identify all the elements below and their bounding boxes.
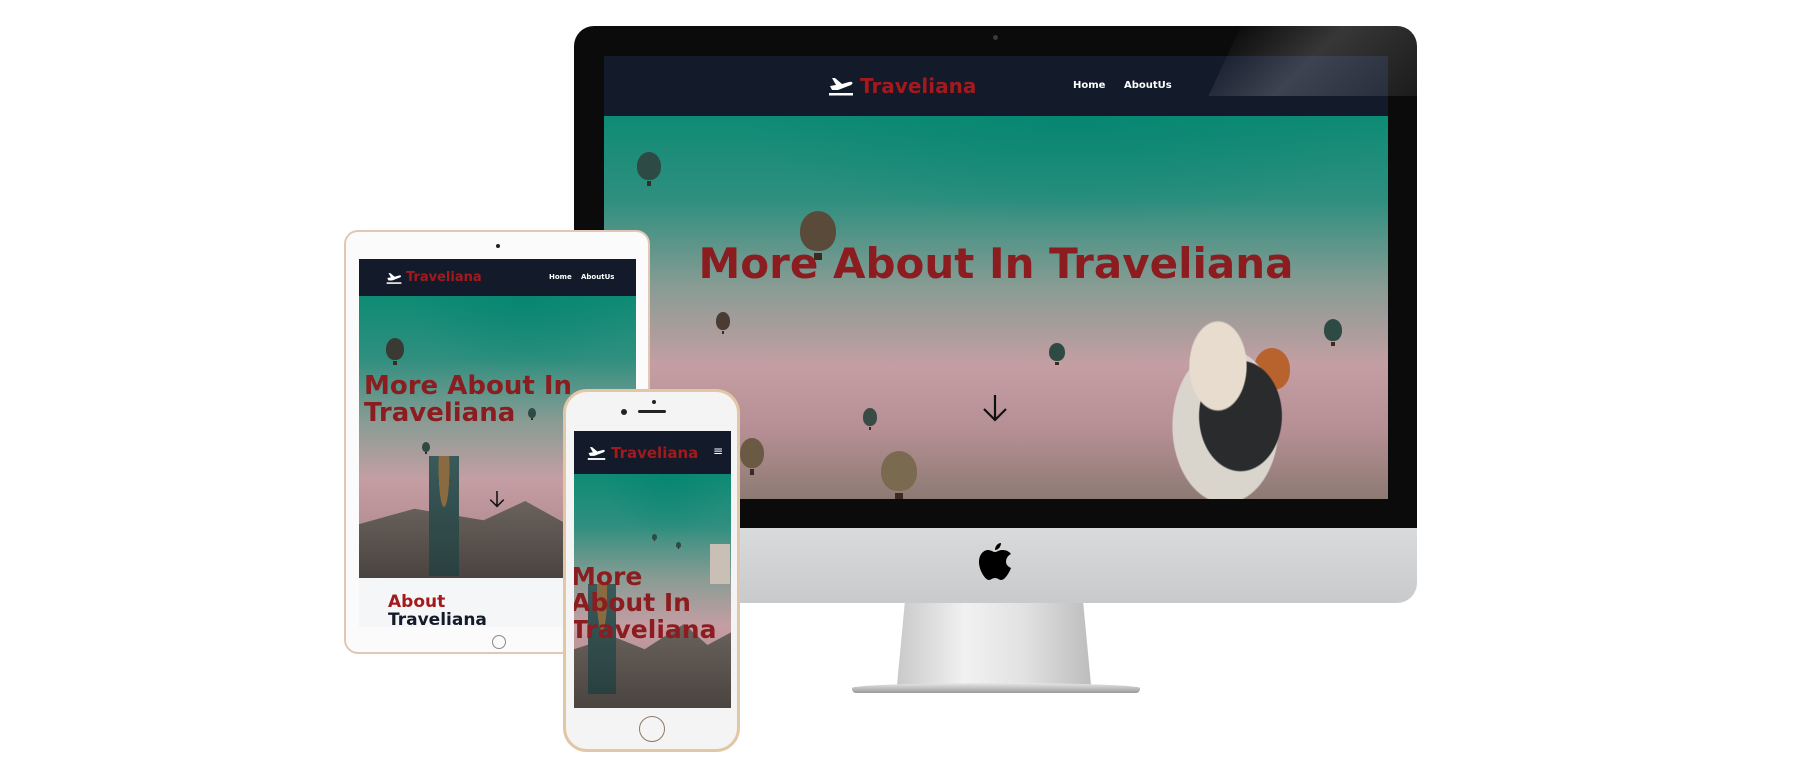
phone-camera xyxy=(652,400,656,404)
balloon xyxy=(386,338,404,365)
tablet-navbar: Traveliana Home AboutUs xyxy=(359,259,636,296)
balloon xyxy=(1324,319,1342,346)
desktop-navbar: Traveliana Home AboutUs xyxy=(604,56,1388,116)
tablet-camera xyxy=(496,244,500,248)
desktop-nav-about-link[interactable]: AboutUs xyxy=(1124,80,1172,91)
tablet-about-line2: Traveliana xyxy=(388,610,487,627)
hamburger-menu-icon[interactable]: ≡ xyxy=(713,444,723,458)
balloon xyxy=(863,408,877,430)
phone-device-frame: Traveliana ≡ More About In Traveliana xyxy=(563,389,740,752)
traveler-photo xyxy=(1158,306,1308,499)
desktop-stand-foot xyxy=(852,683,1140,693)
phone-screen: Traveliana ≡ More About In Traveliana xyxy=(574,431,731,708)
desktop-stand-neck xyxy=(897,603,1091,685)
balloon xyxy=(740,438,764,475)
tablet-nav-home-link[interactable]: Home xyxy=(549,273,572,281)
phone-hero: More About In Traveliana xyxy=(574,474,731,708)
phone-home-button xyxy=(639,716,665,742)
arrow-down-icon[interactable] xyxy=(489,489,505,513)
plane-departure-icon xyxy=(587,445,606,461)
traveler-photo xyxy=(429,456,459,576)
desktop-camera xyxy=(993,35,998,40)
desktop-hero-title: More About In Traveliana xyxy=(698,239,1294,288)
balloon xyxy=(676,542,681,550)
tablet-brand-name: Traveliana xyxy=(406,270,482,285)
desktop-nav-home-link[interactable]: Home xyxy=(1073,80,1105,91)
plane-departure-icon xyxy=(386,271,402,285)
phone-navbar: Traveliana ≡ xyxy=(574,431,731,474)
apple-icon xyxy=(978,541,1012,581)
balloon xyxy=(881,451,917,499)
balloon xyxy=(422,442,430,455)
phone-hero-title: More About In Traveliana xyxy=(574,562,717,644)
balloon xyxy=(716,312,730,334)
phone-brand[interactable]: Traveliana xyxy=(587,444,698,462)
phone-speaker xyxy=(638,410,666,413)
plane-departure-icon xyxy=(828,75,854,97)
phone-sensor xyxy=(621,409,627,415)
tablet-about-line1: About xyxy=(388,592,446,612)
desktop-brand-name: Traveliana xyxy=(860,74,977,98)
balloon xyxy=(637,152,661,187)
desktop-brand[interactable]: Traveliana xyxy=(828,74,976,98)
tablet-brand[interactable]: Traveliana xyxy=(386,270,482,285)
balloon xyxy=(652,534,657,542)
tablet-home-button xyxy=(492,635,506,649)
tablet-about-heading: About Traveliana xyxy=(388,593,487,627)
phone-brand-name: Traveliana xyxy=(611,444,699,462)
tablet-nav-about-link[interactable]: AboutUs xyxy=(581,273,614,281)
balloon xyxy=(1049,343,1065,365)
arrow-down-icon[interactable] xyxy=(982,393,1008,427)
